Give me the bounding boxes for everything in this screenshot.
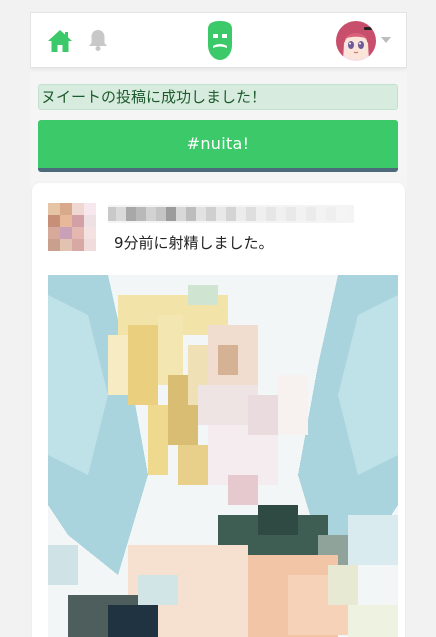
post-illustration[interactable] xyxy=(48,275,398,637)
bearded-face-logo-icon[interactable] xyxy=(204,21,236,61)
post-avatar[interactable] xyxy=(48,203,96,251)
caret-down-icon[interactable] xyxy=(381,37,391,44)
user-avatar[interactable] xyxy=(336,21,376,61)
post-text: 9分前に射精しました。 xyxy=(114,234,274,252)
app-frame: ヌイートの投稿に成功しました！ #nuita! 9分前に射精しました。 xyxy=(30,12,407,637)
post-card: 9分前に射精しました。 xyxy=(32,183,405,637)
navbar xyxy=(30,12,407,68)
success-alert: ヌイートの投稿に成功しました！ xyxy=(38,84,398,110)
bell-icon[interactable] xyxy=(87,28,109,52)
post-username[interactable] xyxy=(108,203,354,225)
success-alert-message: ヌイートの投稿に成功しました！ xyxy=(41,88,267,106)
nuita-button[interactable]: #nuita! xyxy=(38,120,398,172)
home-icon[interactable] xyxy=(47,29,73,53)
